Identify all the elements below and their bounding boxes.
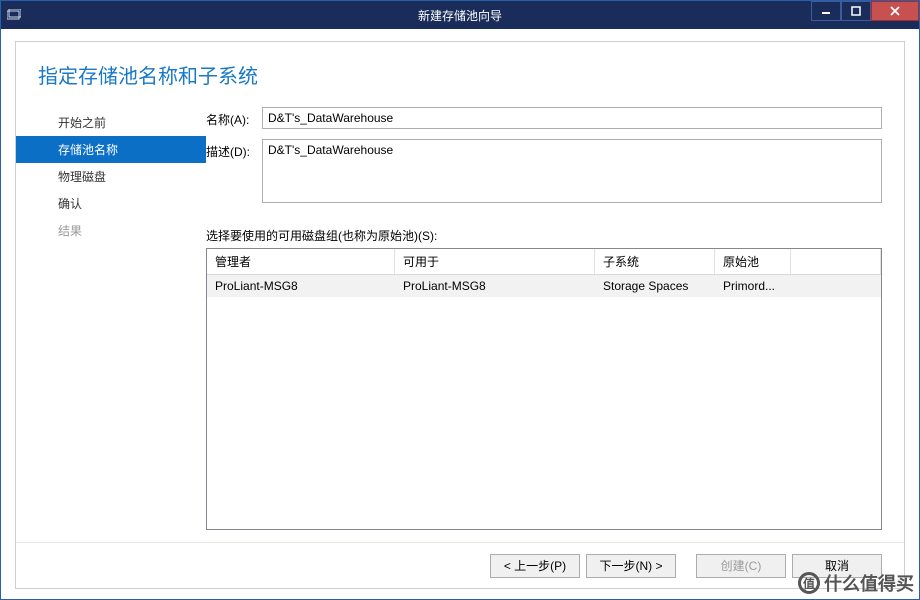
name-input[interactable] (262, 107, 882, 129)
maximize-button[interactable] (841, 1, 871, 21)
previous-button[interactable]: < 上一步(P) (490, 554, 580, 578)
cell-available: ProLiant-MSG8 (395, 275, 595, 297)
name-label: 名称(A): (206, 107, 262, 128)
table-body: ProLiant-MSG8 ProLiant-MSG8 Storage Spac… (207, 275, 881, 529)
cell-subsystem: Storage Spaces (595, 275, 715, 297)
titlebar: 新建存储池向导 (1, 1, 919, 29)
col-spacer (791, 249, 881, 274)
col-manager[interactable]: 管理者 (207, 249, 395, 274)
main-content: 名称(A): 描述(D): 选择要使用的可用磁盘组(也称为原始池)(S): 管理… (206, 107, 882, 542)
step-pool-name[interactable]: 存储池名称 (16, 136, 206, 163)
step-results: 结果 (16, 217, 206, 244)
cell-spacer (791, 275, 881, 297)
wizard-footer: < 上一步(P) 下一步(N) > 创建(C) 取消 (16, 542, 904, 588)
next-button[interactable]: 下一步(N) > (586, 554, 676, 578)
minimize-button[interactable] (811, 1, 841, 21)
page-title: 指定存储池名称和子系统 (16, 42, 904, 107)
close-button[interactable] (871, 1, 919, 21)
create-button: 创建(C) (696, 554, 786, 578)
cell-manager: ProLiant-MSG8 (207, 275, 395, 297)
col-subsystem[interactable]: 子系统 (595, 249, 715, 274)
wizard-window: 新建存储池向导 指定存储池名称和子系统 开始之前 存储池名称 物理磁盘 确认 (0, 0, 920, 600)
cell-primordial: Primord... (715, 275, 791, 297)
disk-group-label: 选择要使用的可用磁盘组(也称为原始池)(S): (206, 227, 882, 244)
step-confirmation[interactable]: 确认 (16, 190, 206, 217)
step-physical-disks[interactable]: 物理磁盘 (16, 163, 206, 190)
name-row: 名称(A): (206, 107, 882, 129)
description-input[interactable] (262, 139, 882, 203)
step-sidebar: 开始之前 存储池名称 物理磁盘 确认 结果 (16, 107, 206, 542)
client-area: 指定存储池名称和子系统 开始之前 存储池名称 物理磁盘 确认 结果 名称(A):… (1, 29, 919, 599)
cancel-button[interactable]: 取消 (792, 554, 882, 578)
app-icon (1, 9, 27, 21)
table-row[interactable]: ProLiant-MSG8 ProLiant-MSG8 Storage Spac… (207, 275, 881, 297)
wizard-panel: 指定存储池名称和子系统 开始之前 存储池名称 物理磁盘 确认 结果 名称(A):… (15, 41, 905, 589)
spacer (206, 530, 882, 542)
disk-group-table[interactable]: 管理者 可用于 子系统 原始池 ProLiant-MSG8 ProLiant-M… (206, 248, 882, 530)
window-controls (811, 1, 919, 29)
description-label: 描述(D): (206, 139, 262, 160)
wizard-body: 开始之前 存储池名称 物理磁盘 确认 结果 名称(A): 描述(D): (16, 107, 904, 542)
window-title: 新建存储池向导 (1, 7, 919, 24)
description-row: 描述(D): (206, 139, 882, 203)
col-available[interactable]: 可用于 (395, 249, 595, 274)
col-primordial[interactable]: 原始池 (715, 249, 791, 274)
step-before-begin[interactable]: 开始之前 (16, 109, 206, 136)
table-header: 管理者 可用于 子系统 原始池 (207, 249, 881, 275)
